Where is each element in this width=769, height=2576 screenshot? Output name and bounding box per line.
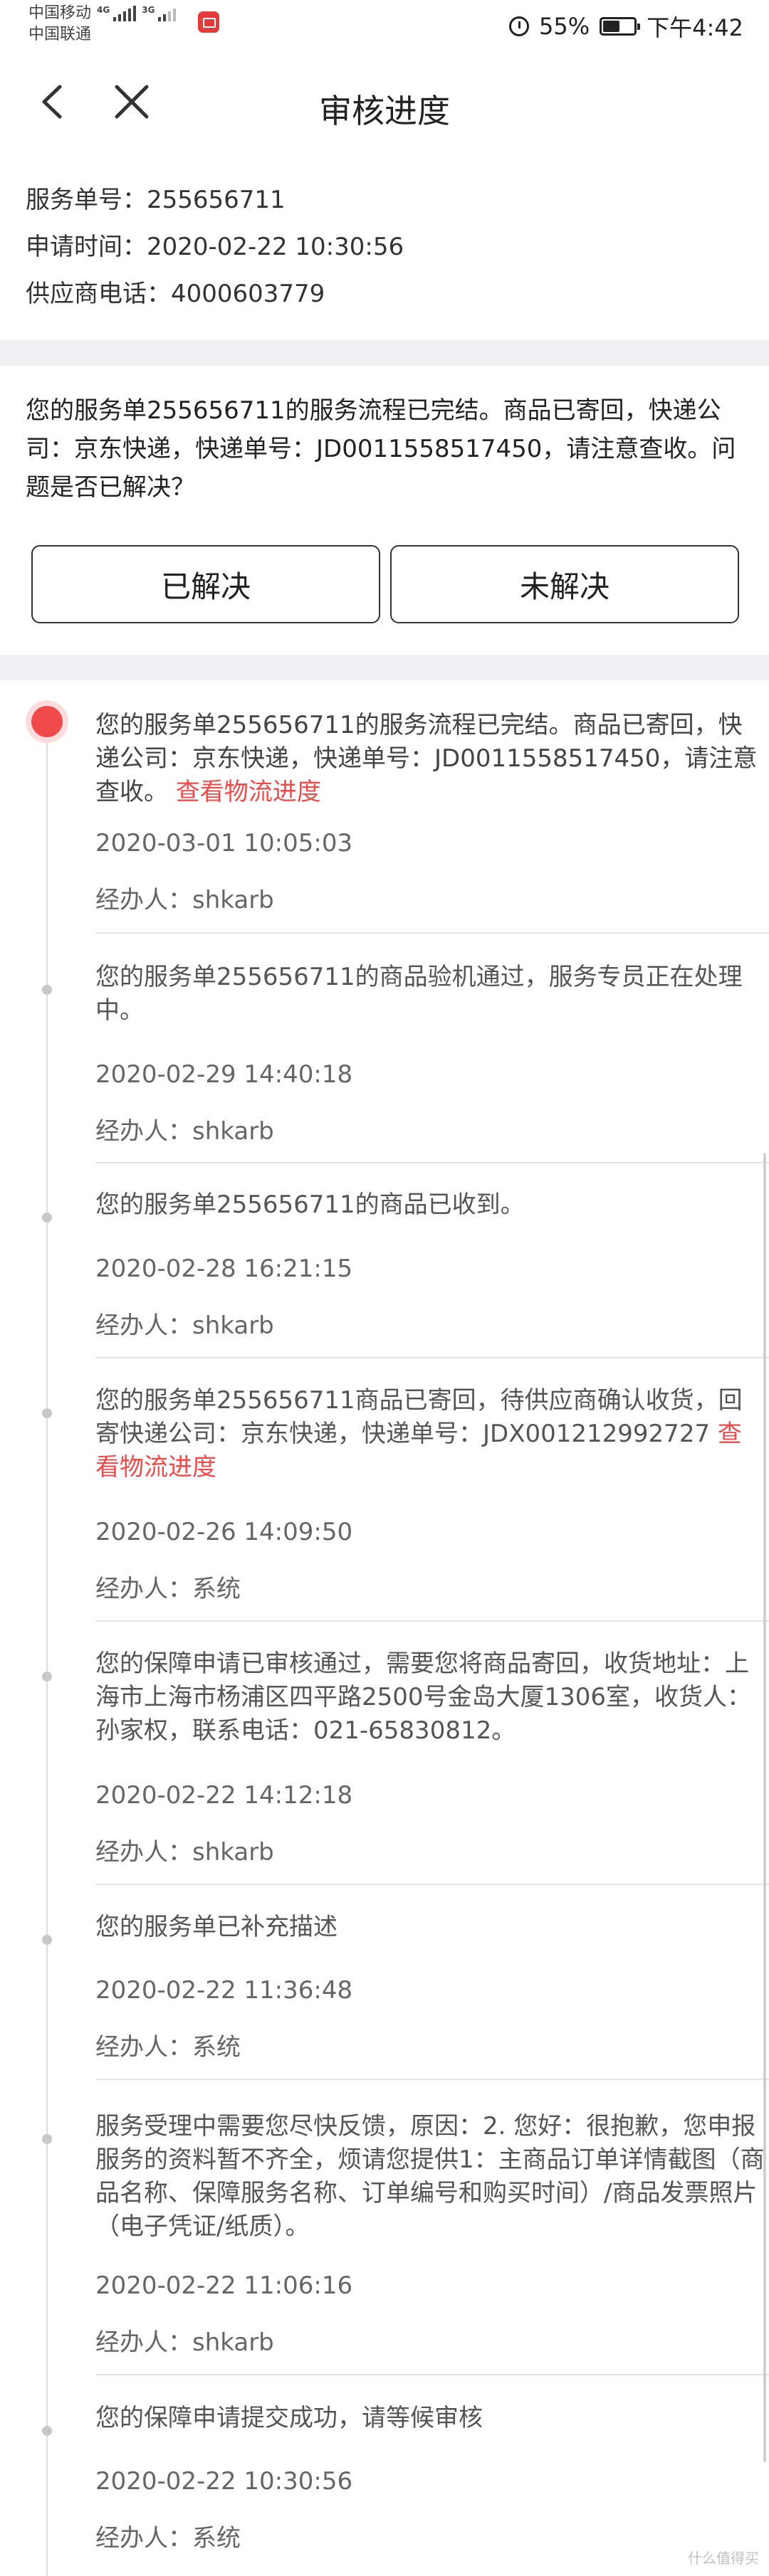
clock: 下午4:42 bbox=[647, 14, 743, 41]
timeline-message-text: 您的服务单255656711的商品已收到。 bbox=[95, 1191, 525, 1219]
timeline-handler: 经办人：shkarb bbox=[95, 1311, 274, 1340]
timeline-time: 2020-02-29 14:40:18 bbox=[95, 1060, 353, 1089]
timeline-dot bbox=[42, 2134, 52, 2144]
timeline-message: 您的服务单255656711商品已寄回，待供应商确认收货，回寄快递公司：京东快递… bbox=[95, 1384, 765, 1484]
timeline-handler: 经办人：系统 bbox=[95, 2524, 241, 2553]
timeline-message: 服务受理中需要您尽快反馈，原因：2. 您好：很抱歉，您申报服务的资料暂不齐全，烦… bbox=[95, 2110, 765, 2244]
supplier-phone[interactable]: 供应商电话：4000603779 bbox=[26, 270, 404, 317]
watermark: 什么值得买 bbox=[688, 2550, 759, 2567]
signal-icon: 4G bbox=[97, 5, 137, 21]
timeline-divider bbox=[95, 2374, 769, 2375]
timeline-message: 您的服务单255656711的商品验机通过，服务专员正在处理中。 bbox=[95, 961, 765, 1028]
service-info: 服务单号：255656711 申请时间：2020-02-22 10:30:56 … bbox=[26, 176, 404, 317]
timeline-time: 2020-02-26 14:09:50 bbox=[95, 1518, 353, 1546]
timeline-divider bbox=[95, 1162, 769, 1163]
battery-percent: 55% bbox=[539, 13, 590, 40]
alarm-icon bbox=[509, 16, 529, 36]
timeline-time: 2020-02-22 11:36:48 bbox=[95, 1976, 353, 2005]
timeline-divider bbox=[95, 1620, 769, 1622]
section-divider bbox=[0, 655, 769, 680]
network-type: 4G bbox=[97, 5, 110, 15]
timeline-message-text: 您的保障申请提交成功，请等候审核 bbox=[95, 2404, 483, 2432]
timeline-message: 您的保障申请已审核通过，需要您将商品寄回，收货地址：上海市上海市杨浦区四平路25… bbox=[95, 1647, 765, 1748]
carrier-1: 中国移动 bbox=[28, 4, 92, 22]
completion-notice: 您的服务单255656711的服务流程已完结。商品已寄回，快递公司：京东快递，快… bbox=[26, 396, 736, 502]
battery-icon bbox=[600, 17, 641, 36]
timeline-dot bbox=[42, 1408, 52, 1418]
timeline-divider bbox=[95, 932, 769, 934]
timeline-time: 2020-02-22 10:30:56 bbox=[95, 2467, 353, 2496]
logistics-link[interactable]: 查看物流进度 bbox=[168, 778, 321, 806]
timeline-handler: 经办人：shkarb bbox=[95, 2328, 274, 2357]
timeline-dot bbox=[42, 1213, 52, 1223]
apply-time: 申请时间：2020-02-22 10:30:56 bbox=[26, 233, 404, 261]
timeline-message-text: 您的保障申请已审核通过，需要您将商品寄回，收货地址：上海市上海市杨浦区四平路25… bbox=[95, 1649, 752, 1745]
timeline-handler: 经办人：shkarb bbox=[95, 1117, 274, 1146]
timeline-message: 您的保障申请提交成功，请等候审核 bbox=[95, 2402, 765, 2435]
carrier-2: 中国联通 bbox=[28, 26, 92, 43]
timeline-dot bbox=[42, 1935, 52, 1945]
resolved-button[interactable]: 已解决 bbox=[31, 545, 380, 623]
nav-header: 审核进度 bbox=[0, 57, 769, 149]
service-number: 服务单号：255656711 bbox=[26, 186, 286, 214]
timeline-dot bbox=[42, 985, 52, 995]
timeline-time: 2020-02-22 11:06:16 bbox=[95, 2271, 353, 2300]
timeline-message-text: 您的服务单255656711的商品验机通过，服务专员正在处理中。 bbox=[95, 963, 743, 1025]
timeline-divider bbox=[95, 1357, 769, 1358]
timeline-handler: 经办人：shkarb bbox=[95, 886, 274, 914]
timeline-message: 您的服务单已补充描述 bbox=[95, 1911, 765, 1944]
carrier-info: 中国移动 4G 3G 中国联通 bbox=[28, 3, 177, 46]
timeline-message: 您的服务单255656711的商品已收到。 bbox=[95, 1188, 765, 1222]
timeline-handler: 经办人：系统 bbox=[95, 2033, 241, 2062]
scrollbar[interactable] bbox=[763, 1153, 766, 2462]
timeline-line bbox=[46, 719, 48, 2576]
timeline-dot bbox=[42, 1672, 52, 1682]
timeline-message-text: 您的服务单255656711商品已寄回，待供应商确认收货，回寄快递公司：京东快递… bbox=[95, 1386, 743, 1448]
status-bar: 中国移动 4G 3G 中国联通 55% 下午4:42 bbox=[0, 0, 769, 54]
app-notification-icon bbox=[198, 11, 219, 33]
page-title: 审核进度 bbox=[319, 92, 450, 130]
timeline-time: 2020-02-22 14:12:18 bbox=[95, 1781, 353, 1810]
timeline-time: 2020-02-28 16:21:15 bbox=[95, 1255, 353, 1283]
signal-icon-2: 3G bbox=[142, 5, 177, 21]
timeline-message-text: 服务受理中需要您尽快反馈，原因：2. 您好：很抱歉，您申报服务的资料暂不齐全，烦… bbox=[95, 2112, 765, 2241]
timeline-time: 2020-03-01 10:05:03 bbox=[95, 829, 353, 857]
unresolved-button[interactable]: 未解决 bbox=[390, 545, 739, 623]
timeline-message-text: 您的服务单已补充描述 bbox=[95, 1913, 338, 1941]
section-divider bbox=[0, 340, 769, 366]
timeline-message: 您的服务单255656711的服务流程已完结。商品已寄回，快递公司：京东快递，快… bbox=[95, 709, 765, 809]
timeline-dot-active bbox=[31, 706, 63, 737]
timeline-handler: 经办人：系统 bbox=[95, 1575, 241, 1603]
timeline-handler: 经办人：shkarb bbox=[95, 1838, 274, 1867]
timeline-divider bbox=[95, 2079, 769, 2080]
timeline-dot bbox=[42, 2426, 52, 2436]
timeline-divider bbox=[95, 1884, 769, 1885]
network-type-2: 3G bbox=[142, 5, 155, 15]
